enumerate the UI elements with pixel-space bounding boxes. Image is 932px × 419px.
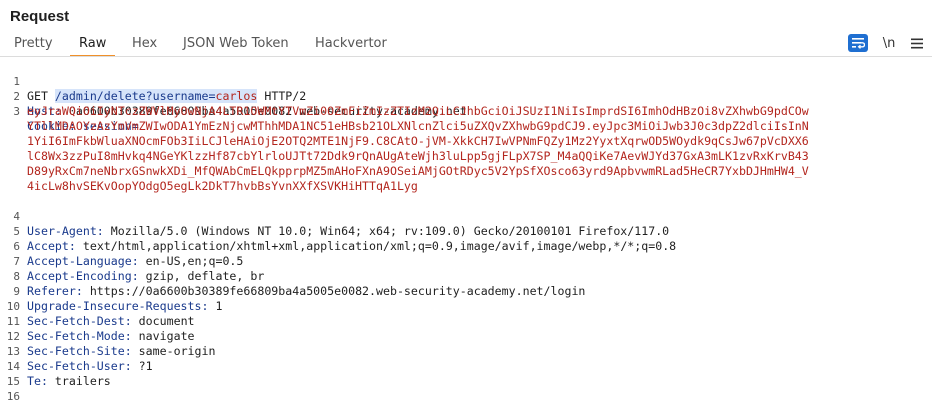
view-tabs: Pretty Raw Hex JSON Web Token Hackvertor bbox=[0, 33, 932, 57]
header-line[interactable]: 14 Te: trailers bbox=[0, 344, 932, 388]
cookie-value-line: eyJraWQiOiIyNTczZWVlMyOwNjA4LTR1OWMtYTVm… bbox=[0, 104, 932, 119]
header-line[interactable]: 7 Accept-Encoding: gzip, deflate, br bbox=[0, 239, 932, 283]
tab-raw[interactable]: Raw bbox=[70, 33, 116, 57]
cookie-value-line: 4icLw8hvSEKvOopYOdgO5egLk2DkT7hvbBsYvnXX… bbox=[0, 179, 932, 194]
wrap-text-button[interactable] bbox=[848, 34, 868, 52]
cookie-value: D89yRxCm7neNbrxGSnwkXDi_MfQWAbCmELQkpprp… bbox=[27, 164, 809, 178]
header-line[interactable]: 12 Sec-Fetch-Site: same-origin bbox=[0, 314, 932, 358]
cookie-value: lC8Wx3zzPuI8mHvkq4NGeYKlzzHf87cbYlrloUJT… bbox=[27, 149, 809, 163]
header-line[interactable]: 9 Upgrade-Insecure-Requests: 1 bbox=[0, 269, 932, 313]
cookie-value: YTllMDAOYzAzYmVmZWIwODA1YmEzNjcwMThhMDA1… bbox=[27, 119, 809, 133]
cookie-value: 4icLw8hvSEKvOopYOdgO5egLk2DkT7hvbBsYvnXX… bbox=[27, 179, 418, 193]
panel-title: Request bbox=[10, 8, 70, 25]
request-editor[interactable]: 1 GET /admin/delete?username=carlos HTTP… bbox=[0, 59, 932, 403]
header-line[interactable]: 6 Accept-Language: en-US,en;q=0.5 bbox=[0, 224, 932, 268]
header-line[interactable]: 4 User-Agent: Mozilla/5.0 (Windows NT 10… bbox=[0, 194, 932, 238]
tab-hex[interactable]: Hex bbox=[132, 33, 157, 55]
cookie-value-line: lC8Wx3zzPuI8mHvkq4NGeYKlzzHf87cbYlrloUJT… bbox=[0, 149, 932, 164]
header-line[interactable]: 10 Sec-Fetch-Dest: document bbox=[0, 284, 932, 328]
empty-line[interactable]: 16 bbox=[0, 374, 932, 403]
wrap-text-icon bbox=[852, 38, 865, 49]
hamburger-icon bbox=[911, 38, 923, 48]
tab-pretty[interactable]: Pretty bbox=[14, 33, 53, 55]
menu-button[interactable] bbox=[909, 34, 925, 52]
cookie-value-line: D89yRxCm7neNbrxGSnwkXDi_MfQWAbCmELQkpprp… bbox=[0, 164, 932, 179]
header-line[interactable]: 11 Sec-Fetch-Mode: navigate bbox=[0, 299, 932, 343]
line-number: 16 bbox=[6, 390, 20, 403]
header-line[interactable]: 8 Referer: https://0a6600b30389fe66809ba… bbox=[0, 254, 932, 298]
cookie-value: 1YiI6ImFkbWluaXNOcmFOb3IiLCJleHAiOjE2OTQ… bbox=[27, 134, 809, 148]
empty-line[interactable]: 15 bbox=[0, 359, 932, 388]
cookie-value-line: YTllMDAOYzAzYmVmZWIwODA1YmEzNjcwMThhMDA1… bbox=[0, 119, 932, 134]
show-newlines-button[interactable]: \n bbox=[880, 34, 898, 52]
header-line[interactable]: 5 Accept: text/html,application/xhtml+xm… bbox=[0, 209, 932, 253]
header-line-host[interactable]: 2 Host: 0a6600b30389fe66809ba4a5005e0082… bbox=[0, 74, 932, 118]
header-line[interactable]: 13 Sec-Fetch-User: ?1 bbox=[0, 329, 932, 373]
cookie-value: eyJraWQiOiIyNTczZWVlMyOwNjA4LTR1OWMtYTVm… bbox=[27, 104, 809, 118]
tabs-divider bbox=[0, 56, 932, 57]
header-line-cookie[interactable]: 3 Cookie: session= bbox=[0, 89, 932, 133]
tab-json-web-token[interactable]: JSON Web Token bbox=[183, 33, 289, 55]
cookie-value-line: 1YiI6ImFkbWluaXNOcmFOb3IiLCJleHAiOjE2OTQ… bbox=[0, 134, 932, 149]
tab-hackvertor[interactable]: Hackvertor bbox=[315, 33, 387, 55]
request-line[interactable]: 1 GET /admin/delete?username=carlos HTTP… bbox=[0, 59, 932, 103]
